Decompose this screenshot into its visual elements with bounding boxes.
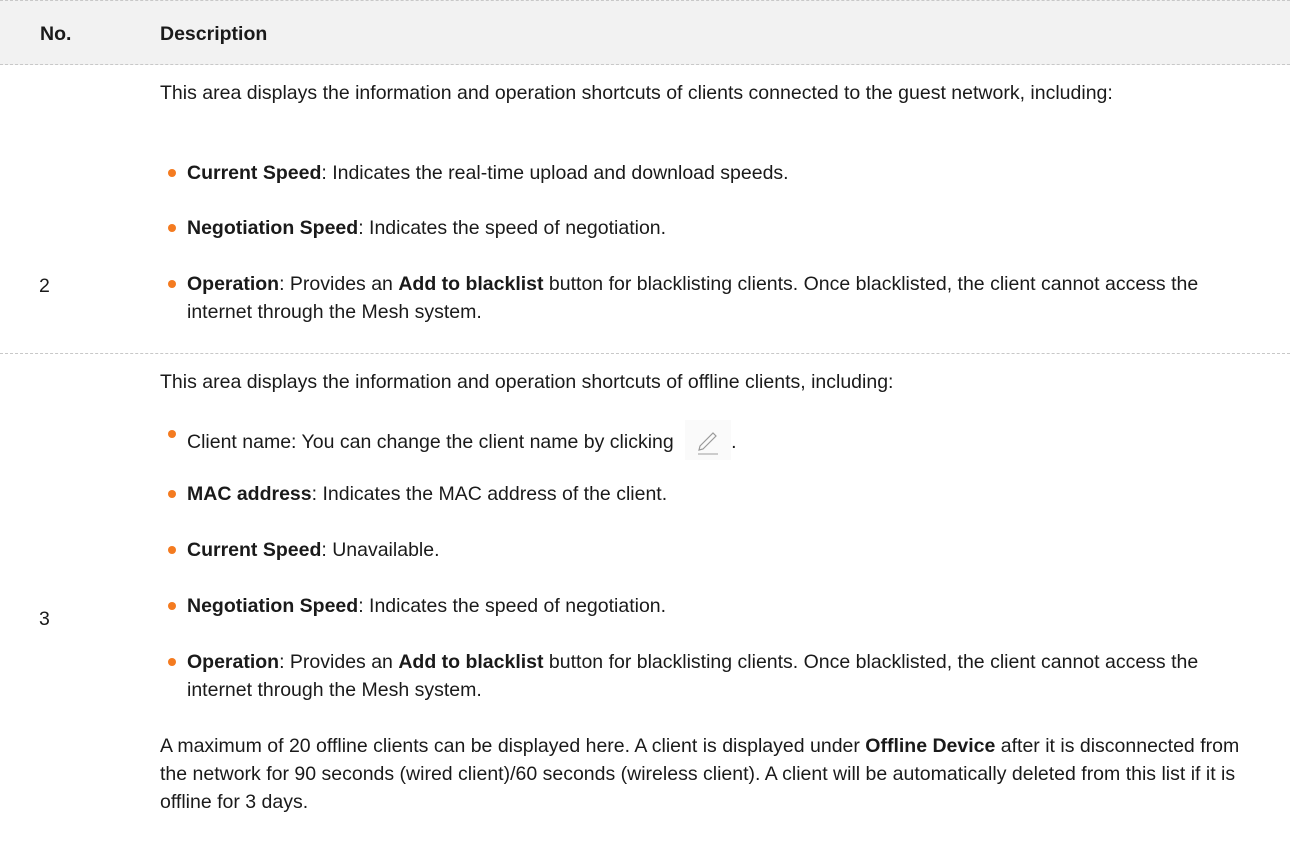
item-text: Client name: You can change the client n…: [187, 431, 674, 453]
row-intro: This area displays the information and o…: [160, 82, 1113, 104]
item-text: .: [731, 431, 737, 453]
list-item: Negotiation Speed: Indicates the speed o…: [160, 592, 1260, 620]
row-number: 2: [39, 275, 50, 297]
bullet-icon: [168, 490, 176, 498]
item-text: : Provides an: [279, 651, 399, 673]
row-note: A maximum of 20 offline clients can be d…: [160, 732, 1270, 816]
list-item: Current Speed: Unavailable.: [160, 536, 1260, 564]
list-item: Negotiation Speed: Indicates the speed o…: [160, 214, 1260, 242]
item-term: Negotiation Speed: [187, 595, 359, 617]
table-row: 3 This area displays the information and…: [0, 354, 1290, 865]
row-intro: This area displays the information and o…: [160, 371, 894, 393]
list-item: MAC address: Indicates the MAC address o…: [160, 480, 1260, 508]
item-text: : Indicates the real-time upload and dow…: [321, 162, 789, 184]
item-term: Add to blacklist: [398, 651, 544, 673]
item-term: MAC address: [187, 483, 312, 505]
item-term: Operation: [187, 273, 280, 295]
list-item: Operation: Provides an Add to blacklist …: [160, 648, 1260, 704]
item-term: Current Speed: [187, 539, 322, 561]
bullet-icon: [168, 169, 176, 177]
table-header: No. Description: [0, 0, 1290, 65]
note-text: A maximum of 20 offline clients can be d…: [160, 735, 866, 757]
bullet-icon: [168, 658, 176, 666]
table-row: 2 This area displays the information and…: [0, 65, 1290, 354]
header-no: No.: [40, 23, 72, 45]
item-term: Negotiation Speed: [187, 217, 359, 239]
bullet-icon: [168, 280, 176, 288]
item-term: Current Speed: [187, 162, 322, 184]
item-text: : Provides an: [279, 273, 399, 295]
list-item: Current Speed: Indicates the real-time u…: [160, 159, 1260, 187]
bullet-icon: [168, 546, 176, 554]
item-term: Operation: [187, 651, 280, 673]
header-description: Description: [160, 23, 268, 45]
item-text: : Indicates the MAC address of the clien…: [311, 483, 668, 505]
item-text: : Unavailable.: [321, 539, 440, 561]
bullet-icon: [168, 602, 176, 610]
item-text: : Indicates the speed of negotiation.: [358, 595, 667, 617]
note-term: Offline Device: [865, 735, 996, 757]
row-number: 3: [39, 608, 50, 630]
bullet-icon: [168, 430, 176, 438]
list-item: Client name: You can change the client n…: [160, 420, 1260, 460]
list-item: Operation: Provides an Add to blacklist …: [160, 270, 1260, 326]
pencil-edit-icon: [685, 420, 732, 460]
item-term: Add to blacklist: [398, 273, 544, 295]
item-text: : Indicates the speed of negotiation.: [358, 217, 667, 239]
bullet-icon: [168, 224, 176, 232]
